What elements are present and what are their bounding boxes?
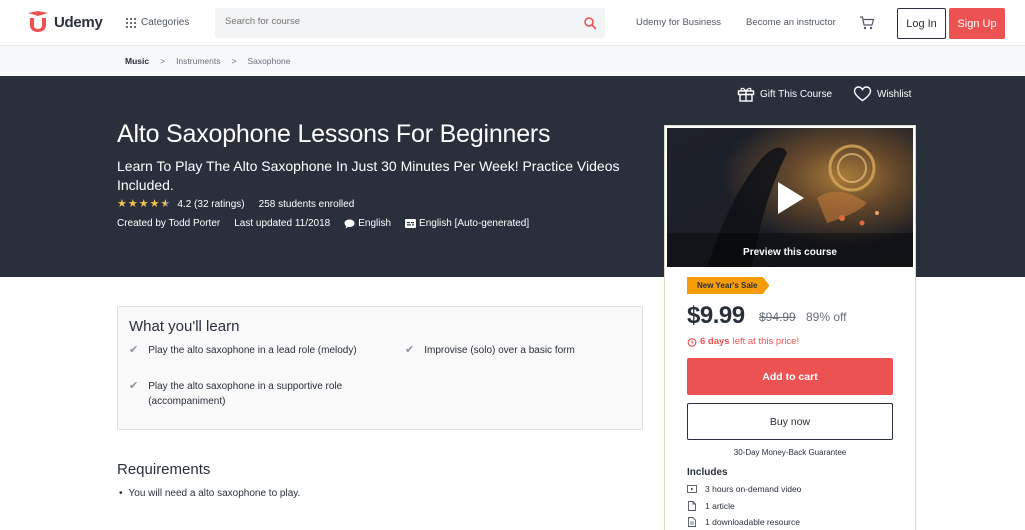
star-rating: ★ ★ ★ ★ ★ [117,199,171,210]
original-price: $94.99 [759,310,796,324]
captions: English [Auto-generated] [405,218,529,229]
breadcrumb: Music > Instruments > Saxophone [125,56,290,66]
includes-title: Includes [687,467,728,478]
rating-text[interactable]: 4.2 (32 ratings) [177,199,244,210]
timer-days: 6 days [700,336,730,347]
language: English [344,218,391,229]
course-subtitle: Learn To Play The Alto Saxophone In Just… [117,158,620,193]
enrolled-count: 258 students enrolled [258,199,355,210]
logo-text: Udemy [54,13,103,31]
wishlist-label: Wishlist [877,88,912,100]
check-icon: ✔ [129,344,139,356]
preview-label: Preview this course [743,247,837,258]
created-by[interactable]: Created by Todd Porter [117,218,220,229]
star-icon: ★ [138,198,149,210]
gift-icon [737,87,755,102]
captions-label: English [Auto-generated] [419,218,530,229]
categories-menu[interactable]: Categories [126,17,189,28]
learn-title: What you'll learn [129,318,240,335]
udemy-for-business-link[interactable]: Udemy for Business [636,17,721,28]
heart-icon [853,86,872,102]
breadcrumb-item-music[interactable]: Music [125,56,149,66]
udemy-logo-icon [28,11,48,32]
bullet-icon: • [119,488,123,499]
become-instructor-link[interactable]: Become an instructor [746,17,836,28]
learn-item-text: Play the alto saxophone in a lead role (… [148,345,357,356]
udemy-logo[interactable]: Udemy [26,11,103,33]
top-navigation-bar: Udemy Categories Udemy for Business Beco… [0,0,1025,46]
language-label: English [358,218,392,229]
purchase-card: Preview this course New Year's Sale $9.9… [664,125,916,530]
buy-now-button[interactable]: Buy now [687,403,893,440]
closed-captions-icon [405,219,417,228]
include-item-text: 1 article [705,501,735,511]
breadcrumb-item-instruments[interactable]: Instruments [176,56,220,66]
categories-label: Categories [141,17,190,28]
rating-row: ★ ★ ★ ★ ★ 4.2 (32 ratings) 258 students … [117,199,355,211]
include-item-text: 1 downloadable resource [705,517,800,527]
what-you-will-learn-section: What you'll learn ✔ Play the alto saxoph… [117,306,643,430]
include-item: 1 downloadable resource [687,517,800,527]
star-icon: ★ [149,198,160,210]
breadcrumb-bar: Music > Instruments > Saxophone [0,47,1025,76]
course-preview-video[interactable]: Preview this course [667,128,913,267]
learn-item: ✔ Play the alto saxophone in a lead role… [129,343,359,358]
learn-item: ✔ Improvise (solo) over a basic form [405,343,635,358]
alarm-clock-icon [687,337,697,347]
search-icon[interactable] [583,16,597,30]
check-icon: ✔ [129,380,139,392]
timer-rest: left at this price! [732,336,800,347]
check-icon: ✔ [405,344,415,356]
star-icon: ★ [127,198,138,210]
search-input[interactable] [225,16,565,27]
signup-button[interactable]: Sign Up [949,8,1005,39]
search-bar [215,8,605,38]
wishlist-button[interactable]: Wishlist [853,86,911,102]
course-title: Alto Saxophone Lessons For Beginners [117,120,551,148]
login-button[interactable]: Log In [897,8,946,39]
requirements-title: Requirements [117,461,211,478]
add-to-cart-button[interactable]: Add to cart [687,358,893,395]
requirement-item: • You will need a alto saxophone to play… [119,488,300,499]
include-item-text: 3 hours on-demand video [705,484,802,494]
article-icon [688,501,696,511]
last-updated: Last updated 11/2018 [234,218,331,229]
cart-icon[interactable] [859,15,875,31]
breadcrumb-item-saxophone[interactable]: Saxophone [247,56,290,66]
grid-icon [126,17,136,28]
course-meta-row: Created by Todd Porter Last updated 11/2… [117,218,543,229]
play-icon[interactable] [776,180,806,216]
gift-course-button[interactable]: Gift This Course [737,86,832,102]
gift-course-label: Gift This Course [760,88,833,100]
resource-icon [688,517,696,527]
half-star-icon: ★ [160,198,171,210]
requirement-text: You will need a alto saxophone to play. [128,488,301,499]
learn-item-text: Play the alto saxophone in a supportive … [148,381,343,407]
include-item: 1 article [687,501,735,511]
sale-timer: 6 days left at this price! [687,336,799,347]
money-back-guarantee: 30-Day Money-Back Guarantee [733,448,847,457]
sale-badge: New Year's Sale [687,277,770,294]
learn-item-text: Improvise (solo) over a basic form [424,345,575,356]
breadcrumb-separator: > [231,56,237,66]
discount-percent: 89% off [806,310,847,324]
include-item: 3 hours on-demand video [687,484,801,494]
breadcrumb-separator: > [160,56,166,66]
star-icon: ★ [117,198,127,210]
speech-bubble-icon [344,219,355,228]
learn-item: ✔ Play the alto saxophone in a supportiv… [129,379,359,409]
current-price: $9.99 [687,302,745,329]
video-icon [687,484,697,493]
